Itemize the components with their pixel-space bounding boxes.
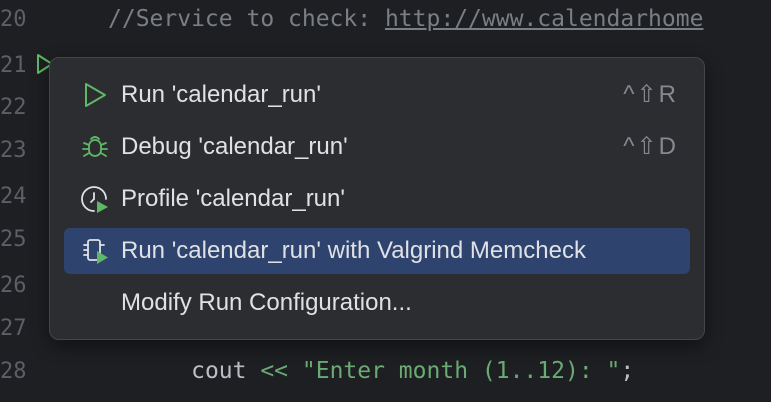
- code-string: "Enter month (1..12): ": [301, 358, 621, 384]
- menu-item-debug[interactable]: Debug 'calendar_run' ^⇧D: [64, 124, 690, 170]
- code-semicolon: ;: [620, 358, 635, 384]
- run-context-menu: Run 'calendar_run' ^⇧R Debug 'calendar_r…: [49, 57, 705, 340]
- code-operator: <<: [246, 358, 302, 384]
- line-number: 23: [0, 138, 27, 163]
- menu-item-run[interactable]: Run 'calendar_run' ^⇧R: [64, 72, 690, 118]
- menu-item-label: Run 'calendar_run': [121, 81, 321, 108]
- line-number: 25: [0, 227, 27, 252]
- code-line-20: //Service to check: http://www.calendarh…: [108, 6, 703, 32]
- run-icon: [85, 83, 106, 107]
- menu-item-label: Profile 'calendar_run': [121, 185, 345, 212]
- menu-item-label: Run 'calendar_run' with Valgrind Memchec…: [121, 237, 586, 264]
- code-url-link[interactable]: http://www.calendarhome: [385, 6, 704, 32]
- code-line-28: cout << "Enter month (1..12): ";: [108, 358, 634, 384]
- menu-item-label: Modify Run Configuration...: [121, 289, 412, 316]
- line-number: 20: [0, 7, 27, 32]
- shortcut-hint: ^⇧D: [623, 133, 678, 160]
- code-comment: //Service to check:: [108, 6, 385, 32]
- code-identifier: cout: [191, 358, 247, 384]
- line-number: 28: [0, 359, 27, 384]
- menu-item-modify-run-configuration[interactable]: Modify Run Configuration...: [64, 280, 690, 326]
- valgrind-memcheck-icon: [83, 239, 108, 264]
- menu-item-profile[interactable]: Profile 'calendar_run': [64, 176, 690, 222]
- profile-icon: [81, 186, 108, 213]
- debug-icon: [82, 136, 108, 157]
- menu-item-label: Debug 'calendar_run': [121, 133, 348, 160]
- menu-item-run-valgrind[interactable]: Run 'calendar_run' with Valgrind Memchec…: [64, 228, 690, 274]
- shortcut-hint: ^⇧R: [623, 81, 678, 108]
